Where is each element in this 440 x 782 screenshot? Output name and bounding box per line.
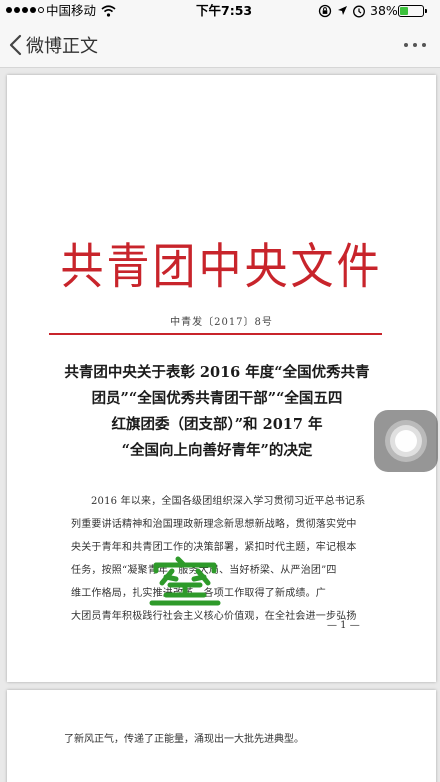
battery-percent: 38% bbox=[370, 3, 398, 18]
title-line: 红旗团委（团支部）”和 2017 年 bbox=[111, 416, 323, 433]
signal-dots-icon bbox=[6, 7, 44, 13]
page2-text: 了新风正气，传递了正能量，涌现出一大批先进典型。 bbox=[64, 734, 304, 745]
body-line: 维工作格局，扎实推进改革，各项工作取得了新成绩。广 bbox=[71, 588, 326, 599]
title-line: “全国向上向善好青年”的决定 bbox=[121, 442, 313, 459]
chevron-left-icon bbox=[9, 34, 22, 56]
location-icon bbox=[338, 6, 347, 15]
body-line: 央关于青年和共青团工作的决策部署，紧扣时代主题，牢记根本 bbox=[71, 542, 357, 553]
green-stamp-icon bbox=[149, 556, 221, 606]
document-number: 中青发〔2017〕8号 bbox=[170, 317, 273, 328]
status-bar: 中国移动 下午7:53 38% bbox=[0, 0, 440, 22]
document-header: 共青团中央文件 bbox=[60, 239, 383, 296]
body-line: 2016 年以来，全国各级团组织深入学习贯彻习近平总书记系 bbox=[91, 496, 366, 507]
title-line: 共青团中央关于表彰 2016 年度“全国优秀共青 bbox=[64, 364, 370, 381]
document-image-page-2[interactable]: 了新风正气，传递了正能量，涌现出一大批先进典型。 bbox=[7, 690, 436, 782]
page-number: — 1 — bbox=[327, 620, 360, 631]
alarm-icon bbox=[353, 5, 365, 18]
body-line: 任务，按照“凝聚青年、服务大局、当好桥梁、从严治团”四 bbox=[71, 565, 337, 576]
document-title: 共青团中央关于表彰 2016 年度“全国优秀共青 团员”“全国优秀共青团干部”“… bbox=[57, 360, 377, 464]
title-line: 团员”“全国优秀共青团干部”“全国五四 bbox=[91, 390, 343, 407]
carrier-label: 中国移动 bbox=[46, 3, 97, 18]
assistive-touch-button[interactable] bbox=[374, 410, 438, 472]
more-dots-icon[interactable] bbox=[400, 36, 430, 54]
back-label: 微博正文 bbox=[26, 36, 98, 57]
nav-bar: 微博正文 bbox=[0, 22, 440, 68]
wifi-icon bbox=[101, 5, 116, 17]
body-line: 列重要讲话精神和治国理政新理念新思想新战略，贯彻落实党中 bbox=[71, 519, 357, 530]
battery-icon bbox=[398, 5, 427, 17]
screen-lock-icon bbox=[318, 4, 332, 18]
back-button[interactable]: 微博正文 bbox=[8, 31, 98, 59]
clock-label: 下午7:53 bbox=[196, 3, 253, 18]
red-divider bbox=[49, 333, 382, 335]
document-body: 2016 年以来，全国各级团组织深入学习贯彻习近平总书记系 列重要讲话精神和治国… bbox=[71, 490, 381, 628]
